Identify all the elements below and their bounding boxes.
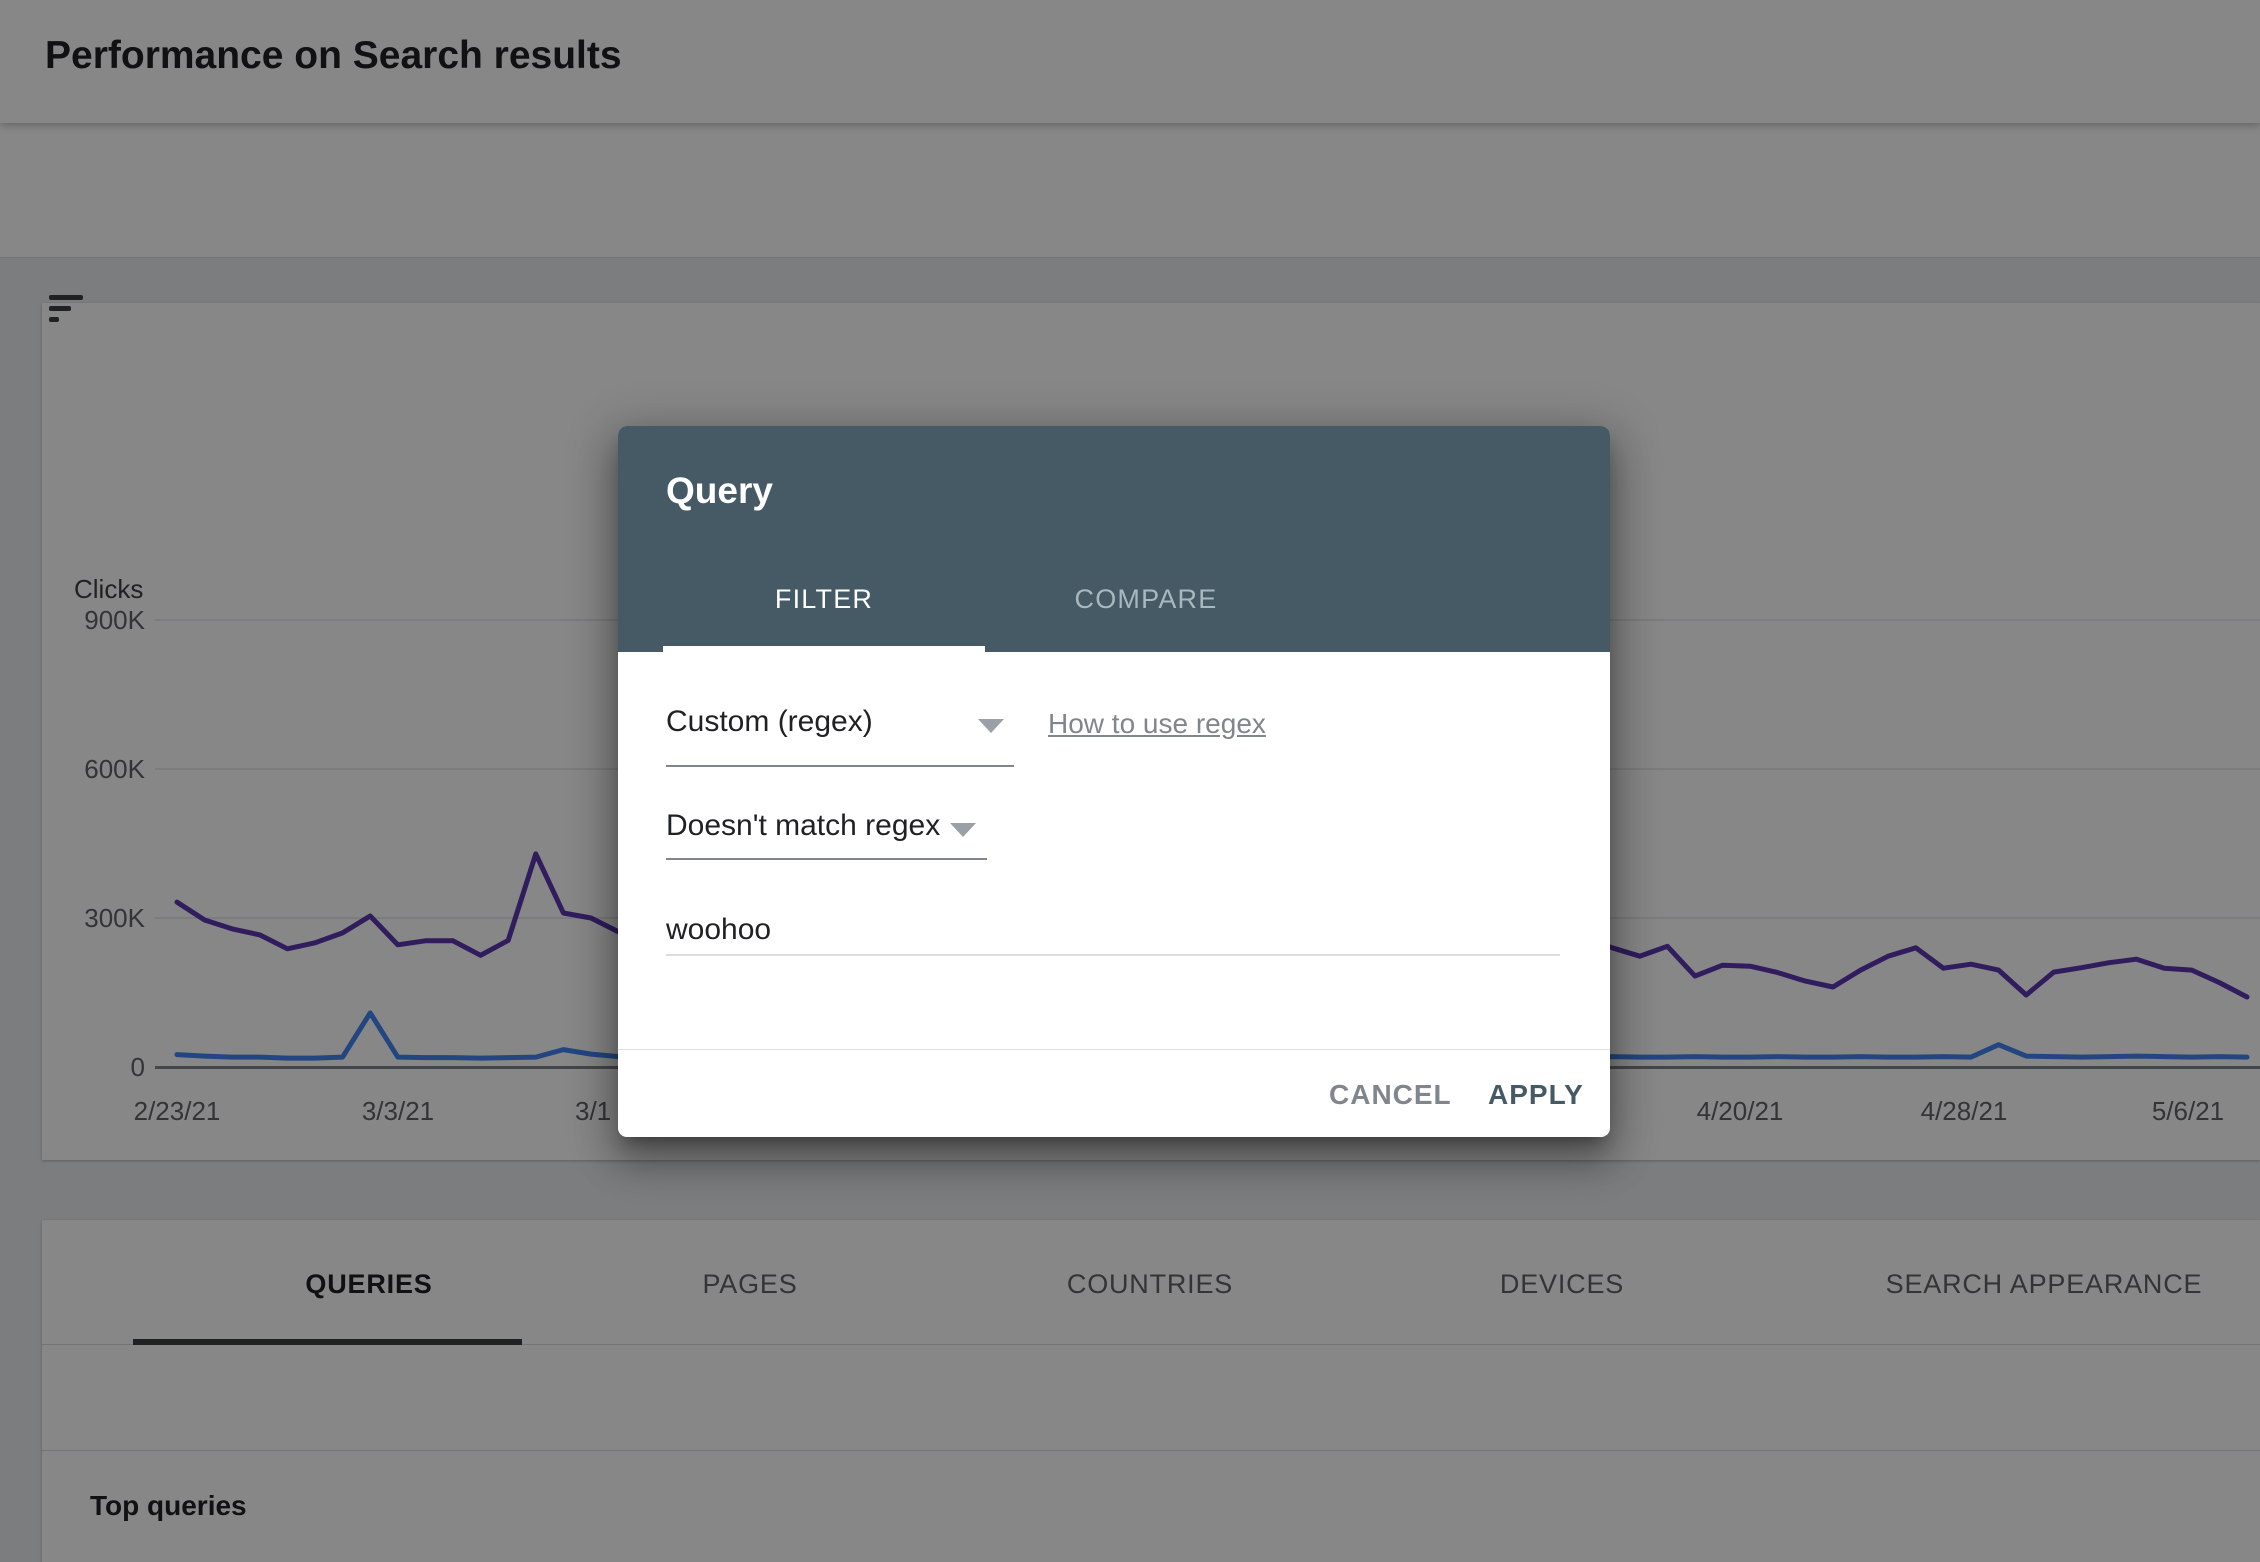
dropdown-arrow-icon[interactable] (950, 823, 976, 837)
regex-help-link[interactable]: How to use regex (1048, 708, 1266, 740)
regex-input-underline (666, 954, 1560, 956)
query-filter-dialog: Query FILTER COMPARE Custom (regex) How … (618, 426, 1610, 1137)
filter-type-select[interactable]: Custom (regex) (666, 705, 873, 739)
search-console-performance-screen: Performance on Search results Search typ… (0, 0, 2260, 1562)
cancel-button[interactable]: CANCEL (1329, 1079, 1452, 1111)
regex-input[interactable]: woohoo (666, 913, 771, 947)
dialog-header: Query FILTER COMPARE (618, 426, 1610, 652)
dialog-footer-divider (618, 1049, 1610, 1050)
match-type-underline (666, 858, 987, 860)
dropdown-arrow-icon[interactable] (978, 719, 1004, 733)
dialog-tab-filter[interactable]: FILTER (663, 584, 985, 615)
filter-type-underline (666, 765, 1014, 767)
match-type-select[interactable]: Doesn't match regex (666, 809, 940, 843)
dialog-tab-compare[interactable]: COMPARE (985, 584, 1307, 615)
dialog-title: Query (666, 470, 773, 511)
active-dialog-tab-indicator (663, 646, 985, 652)
apply-button[interactable]: APPLY (1488, 1079, 1584, 1111)
